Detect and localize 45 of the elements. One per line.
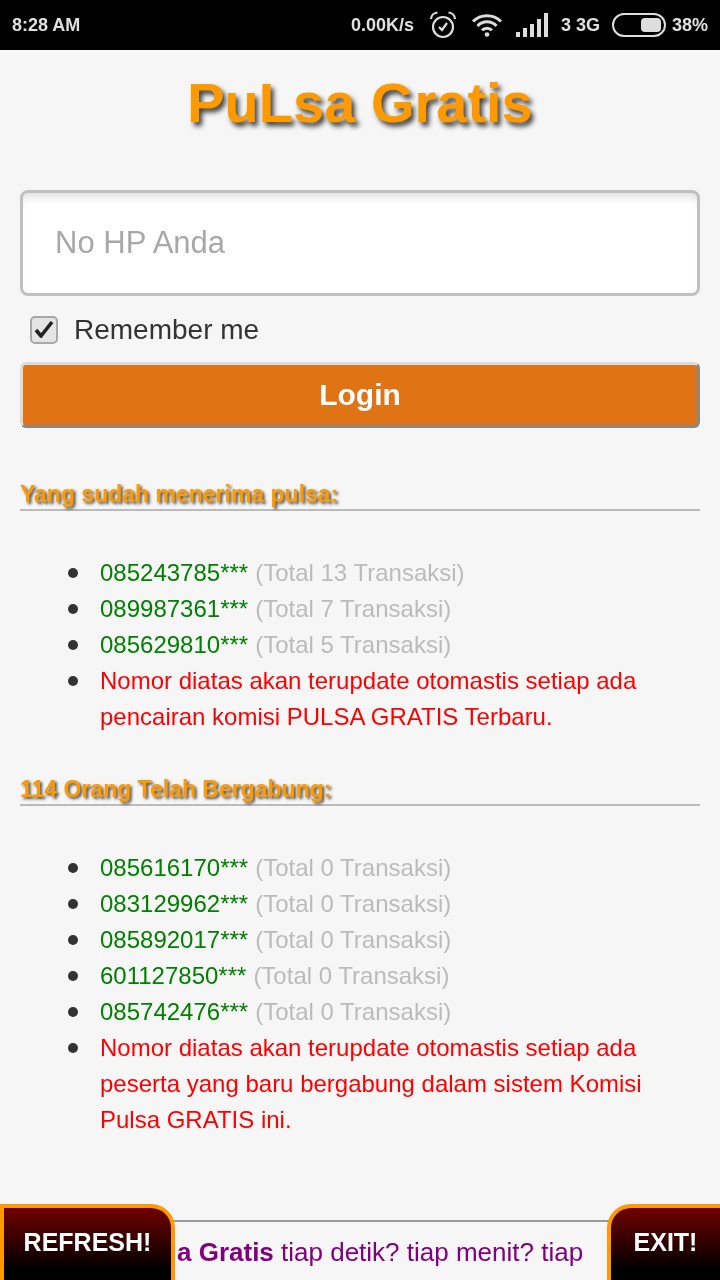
transaction-count: (Total 0 Transaksi) [255, 997, 452, 1027]
phone-number: 085243785*** [100, 558, 249, 588]
bullet-icon [68, 863, 78, 873]
bullet-icon [68, 1007, 78, 1017]
bullet-icon [68, 604, 78, 614]
network-speed: 0.00K/s [350, 14, 414, 36]
app-title: PuLsa Gratis [187, 71, 533, 135]
bullet-icon [68, 935, 78, 945]
phone-number: 601127850*** [100, 961, 247, 991]
section-heading: Yang sudah menerima pulsa: [20, 480, 339, 508]
exit-button[interactable]: EXIT! [607, 1204, 720, 1280]
phone-number: 089987361*** [100, 594, 249, 624]
transaction-count: (Total 0 Transaksi) [255, 889, 452, 919]
status-time: 8:28 AM [12, 14, 81, 36]
transaction-count: (Total 0 Transaksi) [255, 925, 452, 955]
network-type: 3 3G [560, 14, 600, 36]
promo-text: a Gratis tiap detik? tiap menit? tiap [177, 1237, 584, 1267]
remember-me-label[interactable]: Remember me [74, 312, 260, 348]
refresh-button[interactable]: REFRESH! [0, 1204, 175, 1280]
transaction-count: (Total 0 Transaksi) [253, 961, 450, 991]
bullet-icon [68, 640, 78, 650]
bullet-icon [68, 971, 78, 981]
transaction-count: (Total 0 Transaksi) [255, 853, 452, 883]
signal-bars-icon [515, 13, 550, 37]
bullet-icon [68, 676, 78, 686]
phone-number: 085616170*** [100, 853, 249, 883]
phone-number: 085742476*** [100, 997, 249, 1027]
bullet-icon [68, 899, 78, 909]
phone-number: 083129962*** [100, 889, 249, 919]
bullet-icon [68, 568, 78, 578]
remember-checkbox[interactable] [30, 316, 58, 344]
phone-number: 085629810*** [100, 630, 249, 660]
phone-number: 085892017*** [100, 925, 249, 955]
bullet-icon [68, 1043, 78, 1053]
battery-icon [611, 13, 666, 37]
notice-text: Nomor diatas akan terupdate otomastis setiap ada peserta yang baru bergabung dalam sistem Komisi Pulsa GRATIS ini. [100, 1033, 643, 1135]
phone-number-input-field[interactable]: No HP Anda [20, 190, 700, 296]
transaction-count: (Total 13 Transaksi) [255, 558, 465, 588]
wifi-icon [470, 13, 503, 37]
transaction-count: (Total 5 Transaksi) [255, 630, 452, 660]
section-heading: 114 Orang Telah Bergabung: [20, 775, 332, 803]
battery-percentage: 38% [671, 14, 708, 36]
alarm-clock-icon [428, 11, 457, 39]
transaction-count: (Total 7 Transaksi) [255, 594, 452, 624]
notice-text: Nomor diatas akan terupdate otomastis setiap ada pencairan komisi PULSA GRATIS Terbaru. [100, 666, 638, 732]
